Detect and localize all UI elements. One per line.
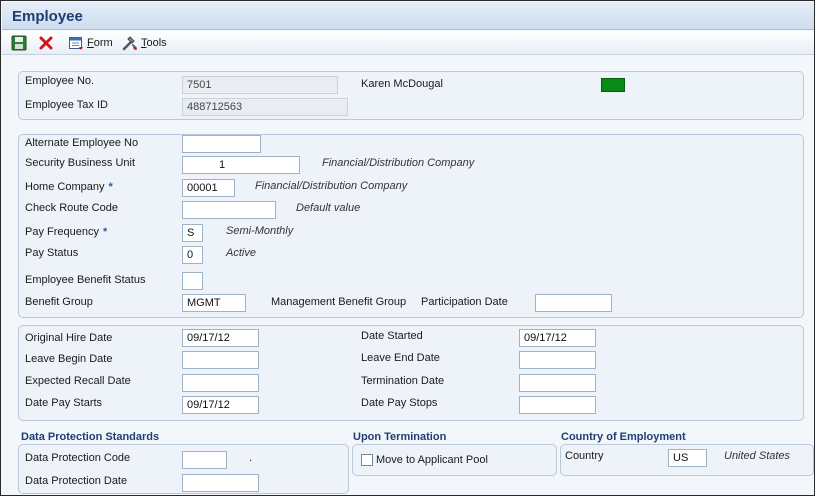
benefit-group-field[interactable]: [182, 294, 246, 312]
home-company-desc: Financial/Distribution Company: [255, 180, 408, 192]
pay-starts-field[interactable]: [182, 396, 259, 414]
data-protection-title: Data Protection Standards: [21, 431, 160, 443]
leave-begin-label: Leave Begin Date: [25, 353, 113, 365]
title-bar: Employee: [2, 2, 814, 30]
leave-begin-field[interactable]: [182, 351, 259, 369]
expected-recall-field[interactable]: [182, 374, 259, 392]
required-marker: *: [102, 226, 108, 238]
data-protection-code-field[interactable]: [182, 451, 227, 469]
check-route-field[interactable]: [182, 201, 276, 219]
alt-employee-field[interactable]: [182, 135, 261, 153]
expected-recall-label: Expected Recall Date: [25, 375, 131, 387]
participation-date-label: Participation Date: [421, 296, 508, 308]
country-of-employment-title: Country of Employment: [561, 431, 686, 443]
form-icon: [69, 37, 83, 50]
tax-id-field[interactable]: [182, 98, 348, 116]
employee-name: Karen McDougal: [361, 78, 443, 90]
pay-frequency-desc: Semi-Monthly: [226, 225, 294, 237]
save-button[interactable]: [11, 34, 27, 52]
country-label: Country: [565, 450, 604, 462]
country-desc: United States: [724, 450, 791, 462]
cancel-button[interactable]: [38, 34, 54, 52]
pay-status-field[interactable]: [182, 246, 203, 264]
employee-no-label: Employee No.: [25, 75, 95, 87]
move-to-applicant-pool-label: Move to Applicant Pool: [376, 454, 488, 466]
original-hire-label: Original Hire Date: [25, 332, 113, 344]
form-menu-button[interactable]: Form: [68, 34, 113, 52]
data-protection-code-label: Data Protection Code: [25, 452, 131, 464]
original-hire-field[interactable]: [182, 329, 259, 347]
pay-status-label: Pay Status: [25, 247, 79, 259]
pay-stops-label: Date Pay Stops: [361, 397, 438, 409]
floppy-save-icon: [11, 35, 27, 51]
home-company-label: Home Company *: [25, 181, 113, 193]
tax-id-label: Employee Tax ID: [25, 99, 108, 111]
benefit-status-label: Employee Benefit Status: [25, 274, 146, 286]
red-x-cancel-icon: [39, 36, 53, 50]
pay-frequency-label: Pay Frequency *: [25, 226, 108, 238]
benefit-group-label: Benefit Group: [25, 296, 93, 308]
pay-starts-label: Date Pay Starts: [25, 397, 103, 409]
status-indicator: [601, 78, 625, 92]
pay-stops-field[interactable]: [519, 396, 596, 414]
check-route-label: Check Route Code: [25, 202, 118, 214]
required-marker: *: [108, 181, 113, 193]
pay-frequency-field[interactable]: [182, 224, 203, 242]
pay-status-desc: Active: [226, 247, 256, 259]
data-protection-date-field[interactable]: [182, 474, 259, 492]
benefit-group-desc: Management Benefit Group: [271, 296, 407, 308]
security-bu-label: Security Business Unit: [25, 157, 136, 169]
home-company-field[interactable]: [182, 179, 235, 197]
country-field[interactable]: [668, 449, 707, 467]
leave-end-label: Leave End Date: [361, 352, 440, 364]
security-bu-field[interactable]: [182, 156, 300, 174]
employee-no-field[interactable]: [182, 76, 338, 94]
termination-field[interactable]: [519, 374, 596, 392]
tools-menu-button[interactable]: Tools: [122, 34, 167, 52]
data-protection-code-desc: .: [249, 452, 253, 464]
upon-termination-title: Upon Termination: [353, 431, 447, 443]
participation-date-field[interactable]: [535, 294, 612, 312]
toolbar: Form Tools: [2, 31, 814, 55]
date-started-label: Date Started: [361, 330, 423, 342]
form-menu-label: Form: [87, 37, 113, 49]
leave-end-field[interactable]: [519, 351, 596, 369]
termination-label: Termination Date: [361, 375, 445, 387]
tools-menu-label: Tools: [141, 37, 167, 49]
security-bu-desc: Financial/Distribution Company: [322, 157, 475, 169]
tools-icon: [122, 36, 137, 51]
move-to-applicant-pool-checkbox[interactable]: [361, 454, 373, 466]
window-title: Employee: [12, 8, 83, 25]
check-route-desc: Default value: [296, 202, 361, 214]
benefit-status-field[interactable]: [182, 272, 203, 290]
data-protection-date-label: Data Protection Date: [25, 475, 128, 487]
alt-employee-label: Alternate Employee No: [25, 137, 139, 149]
employee-window: Employee Form Tools Employee No. 7501 Ka…: [0, 0, 815, 496]
date-started-field[interactable]: [519, 329, 596, 347]
